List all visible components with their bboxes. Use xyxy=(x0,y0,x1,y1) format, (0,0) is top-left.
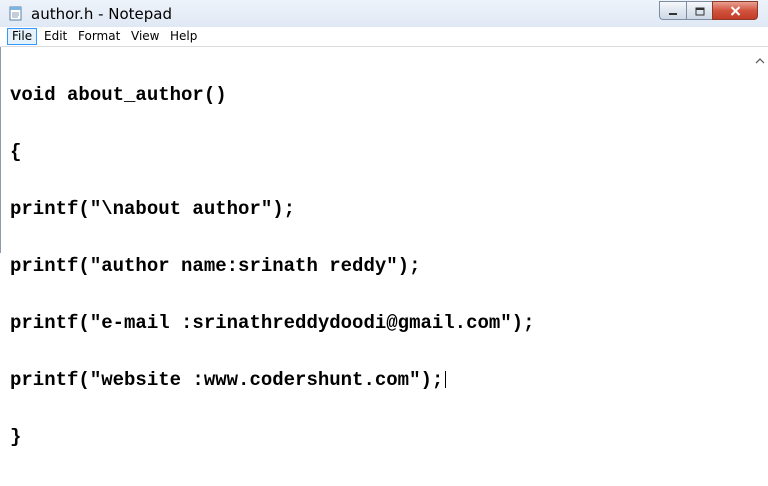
title-bar[interactable]: author.h - Notepad xyxy=(0,0,768,29)
code-line: { xyxy=(10,141,22,163)
maximize-button[interactable] xyxy=(686,1,712,20)
text-caret xyxy=(445,371,447,388)
maximize-icon xyxy=(695,1,705,20)
code-line: } xyxy=(10,426,22,448)
code-line: printf("\nabout author"); xyxy=(10,198,296,220)
close-button[interactable] xyxy=(712,1,758,20)
code-line: void about_author() xyxy=(10,84,227,106)
notepad-window: author.h - Notepad File Edit Format View… xyxy=(0,0,768,447)
menu-bar: File Edit Format View Help xyxy=(0,27,768,47)
menu-view[interactable]: View xyxy=(131,28,159,45)
scroll-up-arrow-icon[interactable] xyxy=(754,51,766,64)
menu-file[interactable]: File xyxy=(7,28,38,45)
code-line: printf("e-mail :srinathreddydoodi@gmail.… xyxy=(10,312,535,334)
editor-content[interactable]: void about_author() { printf("\nabout au… xyxy=(10,48,535,485)
window-title: author.h - Notepad xyxy=(31,5,173,23)
text-editor[interactable]: void about_author() { printf("\nabout au… xyxy=(0,47,768,447)
menu-help[interactable]: Help xyxy=(170,28,197,45)
menu-edit[interactable]: Edit xyxy=(44,28,67,45)
close-icon xyxy=(730,1,741,20)
minimize-button[interactable] xyxy=(659,1,686,20)
code-line-text: printf("website :www.codershunt.com"); xyxy=(10,369,444,391)
notepad-icon[interactable] xyxy=(8,6,23,21)
minimize-icon xyxy=(668,1,678,20)
code-line-with-caret: printf("website :www.codershunt.com"); xyxy=(10,371,535,390)
caption-buttons xyxy=(659,1,758,21)
menu-format[interactable]: Format xyxy=(78,28,120,45)
vertical-scrollbar[interactable] xyxy=(751,47,768,253)
code-line: printf("author name:srinath reddy"); xyxy=(10,255,421,277)
